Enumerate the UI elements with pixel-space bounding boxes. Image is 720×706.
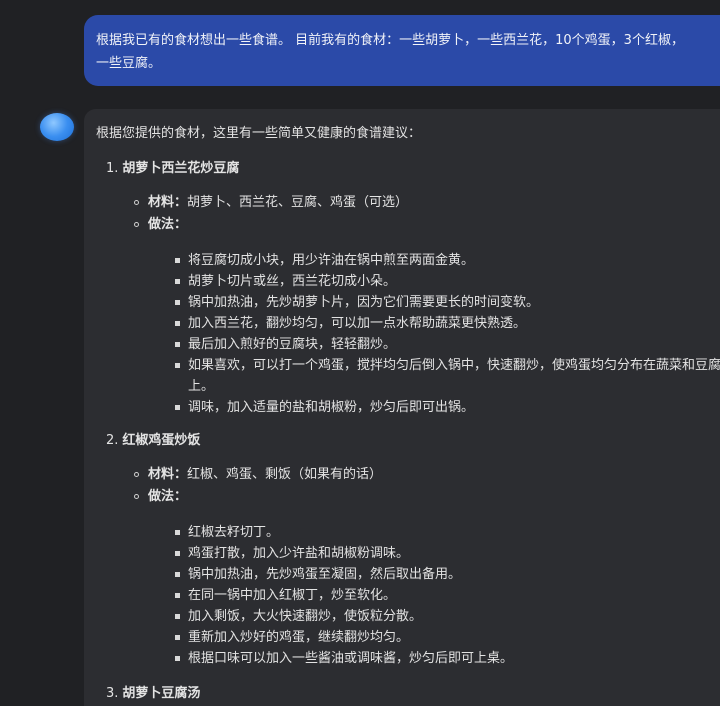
step-text: 在同一锅中加入红椒丁，炒至软化。: [188, 588, 397, 603]
method-label: 做法：: [148, 489, 188, 504]
bullet-circle-icon: [134, 472, 139, 477]
step-text: 根据口味可以加入一些酱油或调味酱，炒匀后即可上桌。: [188, 651, 514, 666]
step-text: 如果喜欢，可以打一个鸡蛋，搅拌均匀后倒入锅中，快速翻炒，使鸡蛋均匀分布在蔬菜和豆…: [188, 358, 720, 394]
recipe-number: 1.: [106, 161, 119, 176]
bullet-square-icon: [175, 656, 180, 661]
step-text: 红椒去籽切丁。: [188, 525, 280, 540]
ingredients-label: 材料：: [148, 467, 188, 482]
bullet-square-icon: [175, 258, 180, 263]
method-step: 鸡蛋打散，加入少许盐和胡椒粉调味。: [96, 543, 720, 564]
step-text: 锅中加热油，先炒胡萝卜片，因为它们需要更长的时间变软。: [188, 295, 540, 310]
bullet-circle-icon: [134, 494, 139, 499]
ingredients-label: 材料：: [148, 195, 188, 210]
bullet-square-icon: [175, 300, 180, 305]
recipe-number: 3.: [106, 686, 119, 701]
response-intro: 根据您提供的食材，这里有一些简单又健康的食谱建议：: [96, 126, 422, 141]
method-steps: 将豆腐切成小块，用少许油在锅中煎至两面金黄。 胡萝卜切片或丝，西兰花切成小朵。 …: [96, 250, 720, 418]
bullet-square-icon: [175, 530, 180, 535]
user-message-text: 根据我已有的食材想出一些食谱。 目前我有的食材：一些胡萝卜，一些西兰花，10个鸡…: [96, 33, 684, 71]
step-text: 加入剩饭，大火快速翻炒，使饭粒分散。: [188, 609, 423, 624]
method-item: 做法：: [96, 486, 720, 508]
ingredients-text: 胡萝卜、西兰花、豆腐、鸡蛋（可选）: [187, 195, 409, 210]
step-text: 最后加入煎好的豆腐块，轻轻翻炒。: [188, 337, 397, 352]
method-step: 红椒去籽切丁。: [96, 522, 720, 543]
bullet-square-icon: [175, 405, 180, 410]
method-step: 最后加入煎好的豆腐块，轻轻翻炒。: [96, 334, 720, 355]
bullet-circle-icon: [134, 222, 139, 227]
method-step: 胡萝卜切片或丝，西兰花切成小朵。: [96, 271, 720, 292]
method-step: 将豆腐切成小块，用少许油在锅中煎至两面金黄。: [96, 250, 720, 271]
method-step: 锅中加热油，先炒鸡蛋至凝固，然后取出备用。: [96, 564, 720, 585]
recipe-title-text: 红椒鸡蛋炒饭: [122, 433, 201, 448]
recipe-title-text: 胡萝卜西兰花炒豆腐: [122, 161, 240, 176]
method-step: 调味，加入适量的盐和胡椒粉，炒匀后即可出锅。: [96, 397, 720, 418]
method-item: 做法：: [96, 214, 720, 236]
step-text: 将豆腐切成小块，用少许油在锅中煎至两面金黄。: [188, 253, 475, 268]
bullet-square-icon: [175, 572, 180, 577]
method-step: 重新加入炒好的鸡蛋，继续翻炒均匀。: [96, 627, 720, 648]
chat-window: 根据我已有的食材想出一些食谱。 目前我有的食材：一些胡萝卜，一些西兰花，10个鸡…: [0, 0, 720, 706]
step-text: 锅中加热油，先炒鸡蛋至凝固，然后取出备用。: [188, 567, 462, 582]
recipe-2: 2. 红椒鸡蛋炒饭 材料：红椒、鸡蛋、剩饭（如果有的话） 做法： 红椒去籽切丁。 …: [96, 432, 720, 669]
step-text: 重新加入炒好的鸡蛋，继续翻炒均匀。: [188, 630, 410, 645]
assistant-response: 根据您提供的食材，这里有一些简单又健康的食谱建议： 1. 胡萝卜西兰花炒豆腐 材料…: [84, 109, 720, 706]
bullet-square-icon: [175, 551, 180, 556]
bullet-square-icon: [175, 593, 180, 598]
recipe-title: 1. 胡萝卜西兰花炒豆腐: [96, 160, 720, 178]
bullet-square-icon: [175, 363, 180, 368]
step-text: 鸡蛋打散，加入少许盐和胡椒粉调味。: [188, 546, 410, 561]
bullet-square-icon: [175, 279, 180, 284]
recipe-details: 材料：红椒、鸡蛋、剩饭（如果有的话） 做法：: [96, 464, 720, 508]
recipe-number: 2.: [106, 433, 119, 448]
step-text: 调味，加入适量的盐和胡椒粉，炒匀后即可出锅。: [188, 400, 475, 415]
bullet-circle-icon: [134, 200, 139, 205]
recipe-title: 2. 红椒鸡蛋炒饭: [96, 432, 720, 450]
method-step: 锅中加热油，先炒胡萝卜片，因为它们需要更长的时间变软。: [96, 292, 720, 313]
user-message-bubble: 根据我已有的食材想出一些食谱。 目前我有的食材：一些胡萝卜，一些西兰花，10个鸡…: [84, 15, 720, 86]
ingredients-text: 红椒、鸡蛋、剩饭（如果有的话）: [187, 467, 383, 482]
method-step: 加入西兰花，翻炒均匀，可以加一点水帮助蔬菜更快熟透。: [96, 313, 720, 334]
method-step: 根据口味可以加入一些酱油或调味酱，炒匀后即可上桌。: [96, 648, 720, 669]
method-step: 加入剩饭，大火快速翻炒，使饭粒分散。: [96, 606, 720, 627]
recipe-title: 3. 胡萝卜豆腐汤: [96, 685, 720, 703]
bullet-square-icon: [175, 321, 180, 326]
bullet-square-icon: [175, 635, 180, 640]
recipe-title-text: 胡萝卜豆腐汤: [122, 686, 201, 701]
step-text: 胡萝卜切片或丝，西兰花切成小朵。: [188, 274, 397, 289]
recipe-1: 1. 胡萝卜西兰花炒豆腐 材料：胡萝卜、西兰花、豆腐、鸡蛋（可选） 做法： 将豆腐…: [96, 160, 720, 418]
method-step: 如果喜欢，可以打一个鸡蛋，搅拌均匀后倒入锅中，快速翻炒，使鸡蛋均匀分布在蔬菜和豆…: [96, 355, 720, 397]
method-steps: 红椒去籽切丁。 鸡蛋打散，加入少许盐和胡椒粉调味。 锅中加热油，先炒鸡蛋至凝固，…: [96, 522, 720, 669]
assistant-avatar-icon: [40, 113, 74, 141]
bullet-square-icon: [175, 342, 180, 347]
recipe-details: 材料：胡萝卜、西兰花、豆腐、鸡蛋（可选） 做法：: [96, 192, 720, 236]
ingredients-item: 材料：红椒、鸡蛋、剩饭（如果有的话）: [96, 464, 720, 486]
step-text: 加入西兰花，翻炒均匀，可以加一点水帮助蔬菜更快熟透。: [188, 316, 527, 331]
ingredients-item: 材料：胡萝卜、西兰花、豆腐、鸡蛋（可选）: [96, 192, 720, 214]
bullet-square-icon: [175, 614, 180, 619]
recipe-3: 3. 胡萝卜豆腐汤: [96, 685, 720, 703]
method-label: 做法：: [148, 217, 188, 232]
method-step: 在同一锅中加入红椒丁，炒至软化。: [96, 585, 720, 606]
